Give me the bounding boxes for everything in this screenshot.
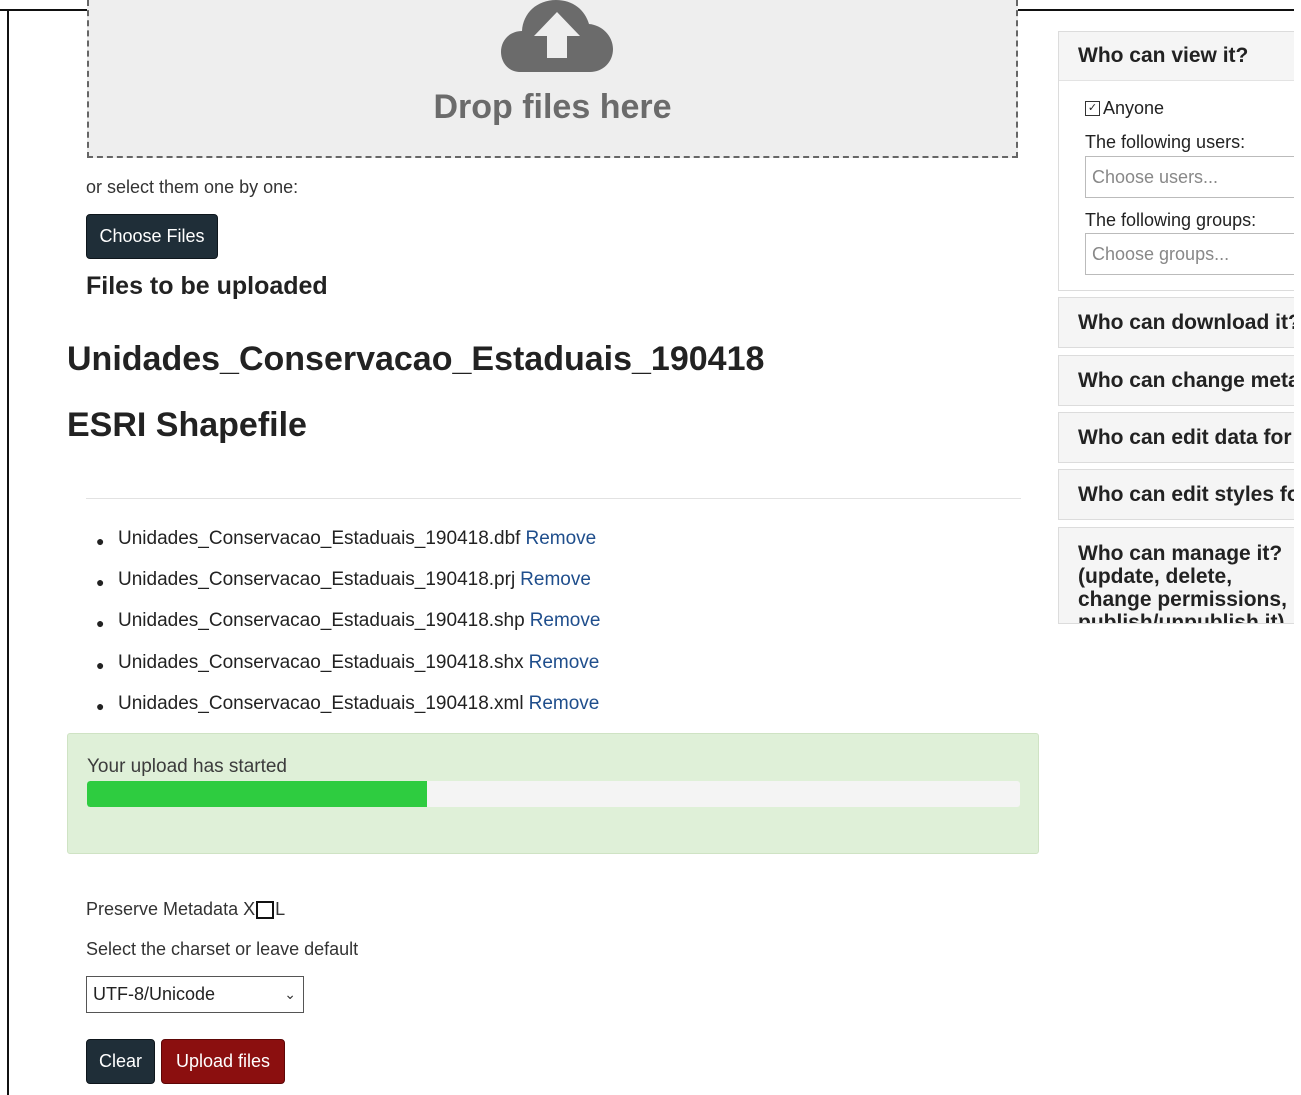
- charset-select[interactable]: UTF-8/Unicode ⌄: [86, 976, 304, 1013]
- preserve-metadata-label: Preserve Metadata X: [86, 899, 256, 919]
- window-left-border: [7, 9, 9, 1095]
- clear-button[interactable]: Clear: [86, 1039, 155, 1084]
- file-list: ● Unidades_Conservacao_Estaduais_190418.d…: [96, 528, 600, 734]
- permission-manage-header[interactable]: Who can manage it? (update, delete, chan…: [1058, 527, 1298, 624]
- permission-view-header[interactable]: Who can view it?: [1059, 32, 1298, 81]
- upload-progress-bar: [87, 781, 1020, 807]
- anyone-label: Anyone: [1103, 98, 1165, 118]
- layer-type-heading: ESRI Shapefile: [67, 406, 307, 444]
- divider: [86, 498, 1021, 499]
- select-files-hint: or select them one by one:: [86, 177, 299, 197]
- remove-link[interactable]: Remove: [529, 693, 600, 715]
- anyone-checkbox[interactable]: ✓: [1085, 101, 1100, 116]
- users-label: The following users:: [1085, 132, 1246, 152]
- preserve-metadata-suffix: L: [275, 899, 286, 919]
- drop-zone[interactable]: Drop files here: [87, 0, 1018, 158]
- list-item: ● Unidades_Conservacao_Estaduais_190418.s…: [96, 610, 601, 632]
- groups-label: The following groups:: [1085, 210, 1257, 230]
- list-item: ● Unidades_Conservacao_Estaduais_190418.x…: [96, 692, 600, 715]
- preserve-metadata-row: Preserve Metadata X L: [86, 899, 285, 920]
- permission-panel-view: Who can view it? ✓ Anyone The following …: [1058, 31, 1298, 291]
- upload-progress-fill: [87, 781, 427, 807]
- cloud-upload-icon: [501, 0, 613, 72]
- groups-select[interactable]: Choose groups...: [1085, 233, 1298, 275]
- file-name: Unidades_Conservacao_Estaduais_190418.db…: [118, 528, 521, 549]
- permission-change-metadata-header[interactable]: Who can change metadata for it?: [1058, 355, 1298, 406]
- permission-view-body: ✓ Anyone The following users: Choose use…: [1059, 81, 1298, 290]
- file-name: Unidades_Conservacao_Estaduais_190418.sh…: [118, 610, 525, 632]
- chevron-down-icon: ⌄: [284, 986, 296, 1002]
- permission-edit-data-header[interactable]: Who can edit data for this layer?: [1058, 412, 1298, 463]
- upload-status-text: Your upload has started: [87, 756, 288, 777]
- list-item: ● Unidades_Conservacao_Estaduais_190418.p…: [96, 569, 591, 591]
- file-name: Unidades_Conservacao_Estaduais_190418.sh…: [118, 651, 524, 673]
- upload-status-alert: Your upload has started: [67, 733, 1039, 854]
- remove-link[interactable]: Remove: [530, 610, 601, 632]
- remove-link[interactable]: Remove: [529, 652, 600, 674]
- users-select[interactable]: Choose users...: [1085, 156, 1298, 198]
- list-item: ● Unidades_Conservacao_Estaduais_190418.s…: [96, 651, 600, 674]
- window-right-edge: [1294, 9, 1301, 1095]
- file-name: Unidades_Conservacao_Estaduais_190418.pr…: [118, 569, 516, 591]
- charset-label: Select the charset or leave default: [86, 939, 359, 959]
- remove-link[interactable]: Remove: [520, 569, 591, 591]
- preserve-metadata-checkbox[interactable]: [256, 900, 275, 919]
- remove-link[interactable]: Remove: [525, 528, 596, 550]
- layer-name-heading: Unidades_Conservacao_Estaduais_190418: [67, 340, 765, 378]
- permission-download-header[interactable]: Who can download it?: [1058, 297, 1298, 348]
- charset-selected-value: UTF-8/Unicode: [93, 984, 216, 1004]
- choose-files-button[interactable]: Choose Files: [86, 214, 218, 259]
- file-name: Unidades_Conservacao_Estaduais_190418.xm…: [118, 692, 524, 714]
- list-item: ● Unidades_Conservacao_Estaduais_190418.d…: [96, 528, 597, 550]
- permission-edit-styles-header[interactable]: Who can edit styles for this layer?: [1058, 469, 1298, 520]
- drop-zone-label: Drop files here: [433, 88, 672, 126]
- upload-files-button[interactable]: Upload files: [161, 1039, 285, 1084]
- anyone-option[interactable]: ✓ Anyone: [1085, 98, 1164, 119]
- files-heading: Files to be uploaded: [86, 272, 328, 300]
